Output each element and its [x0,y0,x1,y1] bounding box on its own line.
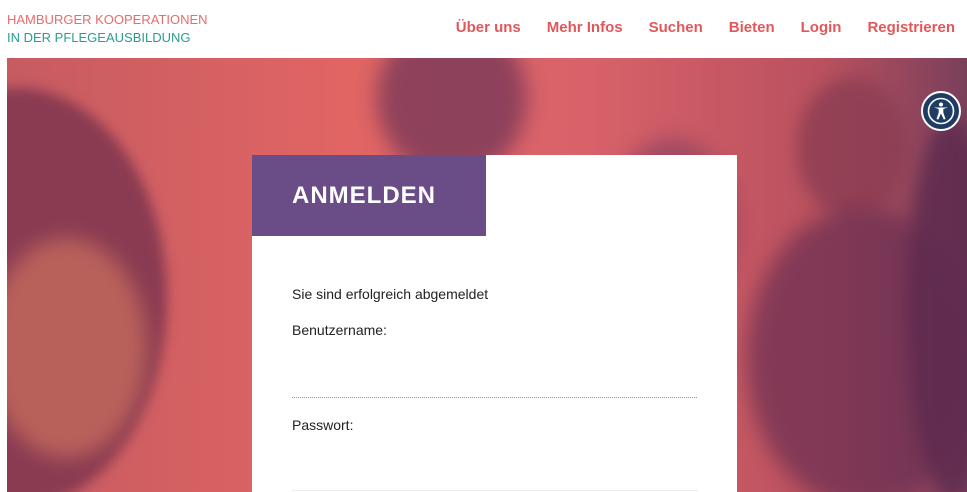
username-input[interactable] [292,347,697,398]
site-header: HAMBURGER KOOPERATIONEN IN DER PFLEGEAUS… [0,0,967,58]
hero-shape [797,78,907,218]
username-label: Benutzername: [292,322,387,338]
nav-bieten[interactable]: Bieten [729,19,775,36]
nav-registrieren[interactable]: Registrieren [867,19,955,36]
nav-mehr-infos[interactable]: Mehr Infos [547,19,623,36]
login-card: ANMELDEN Sie sind erfolgreich abgemeldet… [252,155,737,492]
login-title: ANMELDEN [292,182,436,209]
password-label: Passwort: [292,417,354,433]
site-logo[interactable]: HAMBURGER KOOPERATIONEN IN DER PFLEGEAUS… [7,11,208,47]
accessibility-button[interactable] [921,91,961,131]
password-input[interactable] [292,442,697,491]
accessibility-icon [927,97,955,125]
main-nav: Über uns Mehr Infos Suchen Bieten Login … [456,19,955,36]
logo-line-2: IN DER PFLEGEAUSBILDUNG [7,30,191,45]
logo-line-1: HAMBURGER KOOPERATIONEN [7,12,208,27]
nav-suchen[interactable]: Suchen [649,19,703,36]
logout-success-message: Sie sind erfolgreich abgemeldet [292,286,489,302]
nav-login[interactable]: Login [801,19,842,36]
nav-ueber-uns[interactable]: Über uns [456,19,521,36]
login-title-banner: ANMELDEN [252,155,486,236]
